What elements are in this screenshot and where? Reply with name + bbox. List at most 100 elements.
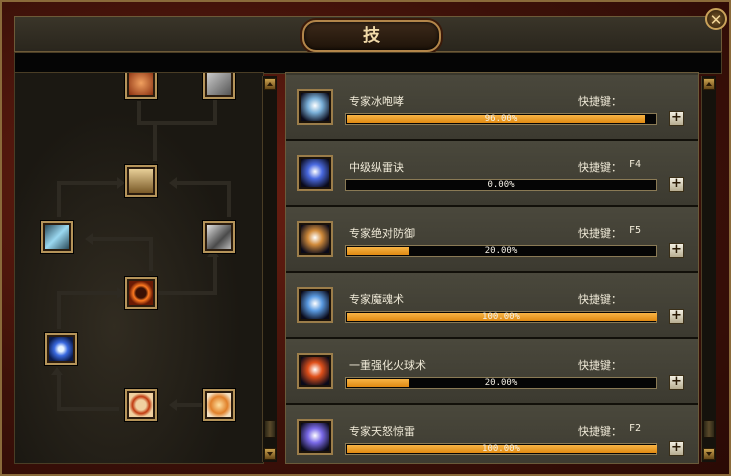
hotkey-value: F2	[629, 423, 642, 434]
shield-icon	[301, 225, 329, 253]
skill-window: 技 能 ✕	[0, 0, 731, 476]
skill-icon-frame[interactable]	[297, 287, 333, 323]
skill-progress-bar: 20.00%	[345, 245, 657, 257]
tree-node-fire-skill[interactable]	[125, 73, 157, 99]
tree-connector	[153, 121, 157, 161]
blue-star-skill-icon	[49, 337, 73, 361]
skill-list-scrollbar[interactable]	[701, 76, 716, 462]
fire-skill-icon	[129, 73, 153, 95]
skill-row[interactable]: 专家冰咆哮 快捷键： 96.00% +	[286, 75, 698, 141]
scroll-down-arrow-icon[interactable]	[703, 448, 715, 460]
skill-progress-text: 100.00%	[482, 312, 520, 322]
thunder-icon	[301, 159, 329, 187]
stone-skill-icon	[207, 225, 231, 249]
flame-hand-skill-icon	[207, 393, 231, 417]
tree-arrow	[51, 367, 63, 375]
assign-hotkey-button[interactable]: +	[669, 243, 684, 258]
skill-progress-text: 96.00%	[484, 114, 518, 124]
lightning-icon	[301, 423, 329, 451]
tree-node-blue-star-skill[interactable]	[45, 333, 77, 365]
skill-name: 专家绝对防御	[349, 227, 415, 240]
tree-arrow	[117, 287, 125, 299]
assign-hotkey-button[interactable]: +	[669, 111, 684, 126]
tree-node-stone-skill-2[interactable]	[203, 221, 235, 253]
skill-tree-panel	[14, 72, 264, 464]
skill-progress-bar: 100.00%	[345, 311, 657, 323]
skill-name: 一重强化火球术	[349, 359, 426, 372]
skill-progress-text: 20.00%	[484, 246, 518, 256]
tree-connector	[137, 121, 217, 125]
skill-name: 专家冰咆哮	[349, 95, 404, 108]
scroll-down-arrow-icon[interactable]	[264, 448, 276, 460]
skill-progress-bar: 20.00%	[345, 377, 657, 389]
hotkey-value: F5	[629, 225, 642, 236]
assign-hotkey-button[interactable]: +	[669, 441, 684, 456]
stone-skill-icon	[207, 73, 231, 95]
tree-connector	[137, 101, 141, 123]
skill-progress-bar: 96.00%	[345, 113, 657, 125]
assign-hotkey-button[interactable]: +	[669, 309, 684, 324]
tree-arrow	[85, 233, 93, 245]
assign-hotkey-button[interactable]: +	[669, 375, 684, 390]
tree-connector	[175, 403, 205, 407]
assign-hotkey-button[interactable]: +	[669, 177, 684, 192]
skill-icon-frame[interactable]	[297, 155, 333, 191]
tree-scrollbar[interactable]	[262, 76, 277, 462]
skill-progress-bar: 0.00%	[345, 179, 657, 191]
skill-progress-text: 20.00%	[484, 378, 518, 388]
tree-connector	[227, 181, 231, 217]
armor-skill-icon	[129, 169, 153, 193]
tree-connector	[91, 237, 151, 241]
skill-row[interactable]: 专家魔魂术 快捷键： 100.00% +	[286, 273, 698, 339]
fireball-icon	[301, 357, 329, 385]
tree-connector	[57, 373, 61, 411]
scroll-up-arrow-icon[interactable]	[703, 78, 715, 90]
ice-roar-icon	[301, 93, 329, 121]
skill-name: 专家魔魂术	[349, 293, 404, 306]
tree-node-flame-hand-skill[interactable]	[203, 389, 235, 421]
skill-icon-frame[interactable]	[297, 221, 333, 257]
hotkey-label: 快捷键：	[578, 161, 622, 174]
scroll-grip[interactable]	[703, 420, 715, 438]
skill-icon-frame[interactable]	[297, 353, 333, 389]
tree-connector	[149, 237, 153, 271]
skill-name: 中级纵雷诀	[349, 161, 404, 174]
tree-node-flame-ring-skill[interactable]	[125, 389, 157, 421]
tree-node-fire-ring-skill[interactable]	[125, 277, 157, 309]
hotkey-label: 快捷键：	[578, 227, 622, 240]
hotkey-value: F4	[629, 159, 642, 170]
skill-row[interactable]: 中级纵雷诀 快捷键： F4 0.00% +	[286, 141, 698, 207]
fire-ring-skill-icon	[129, 281, 153, 305]
scroll-grip[interactable]	[264, 420, 276, 438]
tree-connector	[57, 291, 61, 329]
tree-arrow	[169, 177, 177, 189]
tree-connector	[155, 291, 217, 295]
tree-arrow	[117, 177, 125, 189]
skill-row[interactable]: 专家天怒惊雷 快捷键： F2 100.00% +	[286, 405, 698, 463]
skill-icon-frame[interactable]	[297, 89, 333, 125]
skill-row[interactable]: 一重强化火球术 快捷键： 20.00% +	[286, 339, 698, 405]
tree-connector	[57, 181, 61, 217]
skill-icon-frame[interactable]	[297, 419, 333, 455]
skill-progress-bar: 100.00%	[345, 443, 657, 455]
skill-list-panel: 专家冰咆哮 快捷键： 96.00% + 中级纵雷诀 快捷键： F4 0.00% + 专家绝对防御快…	[285, 72, 699, 464]
hotkey-label: 快捷键：	[578, 293, 622, 306]
close-button[interactable]: ✕	[705, 8, 727, 30]
skill-row[interactable]: 专家绝对防御 快捷键： F5 20.00% +	[286, 207, 698, 273]
flame-ring-skill-icon	[129, 393, 153, 417]
tree-node-stone-skill[interactable]	[203, 73, 235, 99]
ice-skill-icon	[45, 225, 69, 249]
soul-icon	[301, 291, 329, 319]
scroll-up-arrow-icon[interactable]	[264, 78, 276, 90]
tree-node-ice-skill[interactable]	[41, 221, 73, 253]
tree-connector	[175, 181, 231, 185]
hotkey-label: 快捷键：	[578, 95, 622, 108]
tree-node-armor-skill[interactable]	[125, 165, 157, 197]
tree-connector	[57, 407, 119, 411]
skill-progress-text: 100.00%	[482, 444, 520, 454]
skill-name: 专家天怒惊雷	[349, 425, 415, 438]
hotkey-label: 快捷键：	[578, 425, 622, 438]
skill-progress-text: 0.00%	[487, 180, 515, 190]
tree-connector	[213, 255, 217, 295]
tree-arrow	[169, 399, 177, 411]
